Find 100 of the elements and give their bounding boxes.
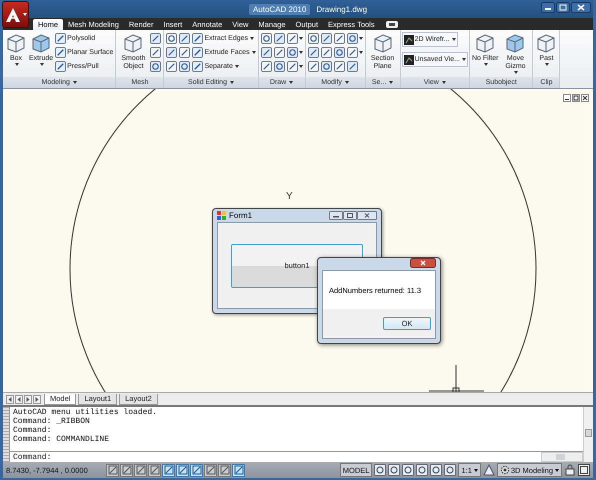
tool-button[interactable] bbox=[272, 60, 286, 73]
tool-icon bbox=[320, 33, 332, 44]
tool-button[interactable] bbox=[149, 46, 162, 59]
caret-icon bbox=[298, 51, 303, 54]
tool-button[interactable] bbox=[178, 60, 192, 73]
tool-button[interactable] bbox=[332, 46, 346, 59]
tool-icon bbox=[179, 47, 190, 58]
drafting-toggle[interactable] bbox=[232, 464, 245, 476]
close-icon[interactable] bbox=[357, 211, 377, 220]
history-line: Command: COMMANDLINE bbox=[13, 435, 110, 444]
tab-scroll-icon[interactable] bbox=[15, 394, 23, 404]
tool-button[interactable] bbox=[165, 32, 178, 45]
drafting-toggle[interactable] bbox=[148, 464, 161, 476]
window-title: Form1 bbox=[229, 211, 252, 220]
minimize-icon[interactable] bbox=[329, 211, 343, 220]
tool-button[interactable] bbox=[272, 46, 286, 59]
tool-button[interactable] bbox=[165, 46, 178, 59]
status-tool-icon[interactable] bbox=[444, 464, 456, 476]
close-icon[interactable] bbox=[571, 2, 591, 13]
gear-icon bbox=[500, 465, 510, 475]
tool-icon bbox=[274, 61, 285, 72]
horizontal-scrollbar[interactable] bbox=[541, 452, 583, 462]
caret-icon[interactable] bbox=[442, 81, 446, 84]
drafting-toggle[interactable] bbox=[176, 464, 189, 476]
caret-icon bbox=[462, 58, 466, 61]
history-line: Command: bbox=[13, 426, 52, 435]
viewport-minimize-icon[interactable] bbox=[563, 94, 571, 102]
tool-button[interactable] bbox=[286, 60, 304, 73]
caret-icon[interactable] bbox=[72, 81, 77, 84]
caret-icon[interactable] bbox=[344, 81, 349, 84]
maximize-icon[interactable] bbox=[556, 2, 570, 13]
tab-scroll-icon[interactable] bbox=[6, 394, 14, 404]
tool-icon bbox=[346, 47, 358, 58]
history-line: Command: _RIBBON bbox=[13, 417, 91, 426]
tab-scroll-icon[interactable] bbox=[33, 394, 41, 404]
vertical-scrollbar[interactable] bbox=[583, 407, 593, 462]
annotation-icon[interactable] bbox=[482, 464, 495, 476]
command-prompt[interactable]: Command: bbox=[10, 452, 52, 462]
drafting-toggle[interactable] bbox=[190, 464, 203, 476]
tool-button[interactable] bbox=[332, 60, 346, 73]
tool-button[interactable] bbox=[178, 46, 192, 59]
tool-icon bbox=[286, 47, 298, 58]
tool-icon bbox=[274, 33, 285, 44]
lock-icon[interactable] bbox=[564, 464, 576, 476]
viewport-close-icon[interactable] bbox=[581, 94, 589, 102]
tool-icon bbox=[192, 61, 204, 72]
tool-button[interactable] bbox=[346, 46, 364, 59]
status-tool-icon[interactable] bbox=[430, 464, 442, 476]
tool-button[interactable] bbox=[272, 32, 286, 45]
tool-button[interactable] bbox=[260, 60, 273, 73]
minimize-icon[interactable] bbox=[541, 2, 555, 13]
tool-icon bbox=[179, 33, 190, 44]
tool-button[interactable] bbox=[306, 32, 320, 45]
tool-icon bbox=[150, 47, 162, 58]
caret-icon bbox=[298, 37, 303, 40]
status-tool-icon[interactable] bbox=[388, 464, 400, 476]
tool-button[interactable] bbox=[286, 46, 304, 59]
tab-scroll-icon[interactable] bbox=[24, 394, 32, 404]
logo bbox=[4, 6, 22, 24]
status-tool-icon[interactable] bbox=[374, 464, 386, 476]
clean-screen-icon[interactable] bbox=[578, 464, 590, 476]
tool-button[interactable] bbox=[346, 32, 364, 45]
tool-button[interactable] bbox=[260, 32, 273, 45]
tool-button[interactable] bbox=[306, 60, 320, 73]
drafting-toggle[interactable] bbox=[162, 464, 175, 476]
tool-button[interactable] bbox=[149, 60, 162, 73]
tool-button[interactable] bbox=[346, 60, 359, 73]
close-icon[interactable] bbox=[410, 258, 436, 268]
tool-button[interactable] bbox=[165, 60, 178, 73]
tool-button[interactable] bbox=[332, 32, 346, 45]
caret-icon[interactable] bbox=[389, 81, 394, 84]
status-tool-icon[interactable] bbox=[416, 464, 428, 476]
status-tool-icon[interactable] bbox=[402, 464, 414, 476]
drafting-toggle[interactable] bbox=[106, 464, 119, 476]
tool-button[interactable] bbox=[306, 46, 320, 59]
tool-button[interactable] bbox=[178, 32, 192, 45]
tool-button[interactable] bbox=[149, 32, 162, 45]
application-menu-button[interactable] bbox=[2, 1, 29, 28]
tool-icon bbox=[320, 61, 332, 72]
tool-button[interactable] bbox=[320, 60, 333, 73]
caret-icon[interactable] bbox=[230, 81, 234, 84]
drafting-toggle[interactable] bbox=[204, 464, 217, 476]
tool-icon bbox=[308, 33, 319, 44]
maximize-icon[interactable] bbox=[343, 211, 357, 220]
drafting-toggle[interactable] bbox=[134, 464, 147, 476]
document-title: Drawing1.dwg bbox=[316, 4, 368, 14]
tool-button[interactable] bbox=[286, 32, 304, 45]
tool-button[interactable] bbox=[320, 46, 333, 59]
cube-icon bbox=[5, 32, 27, 54]
tool-button[interactable] bbox=[320, 32, 333, 45]
command-grip[interactable] bbox=[3, 407, 10, 462]
caret-icon bbox=[452, 38, 456, 41]
tool-icon bbox=[274, 47, 285, 58]
tool-icon bbox=[286, 33, 298, 44]
caret-icon[interactable] bbox=[289, 81, 294, 84]
viewport-restore-icon[interactable] bbox=[572, 94, 580, 102]
tool-button[interactable] bbox=[260, 46, 273, 59]
ribbon-toggle-icon[interactable] bbox=[386, 21, 398, 28]
drafting-toggle[interactable] bbox=[120, 464, 133, 476]
drafting-toggle[interactable] bbox=[218, 464, 231, 476]
